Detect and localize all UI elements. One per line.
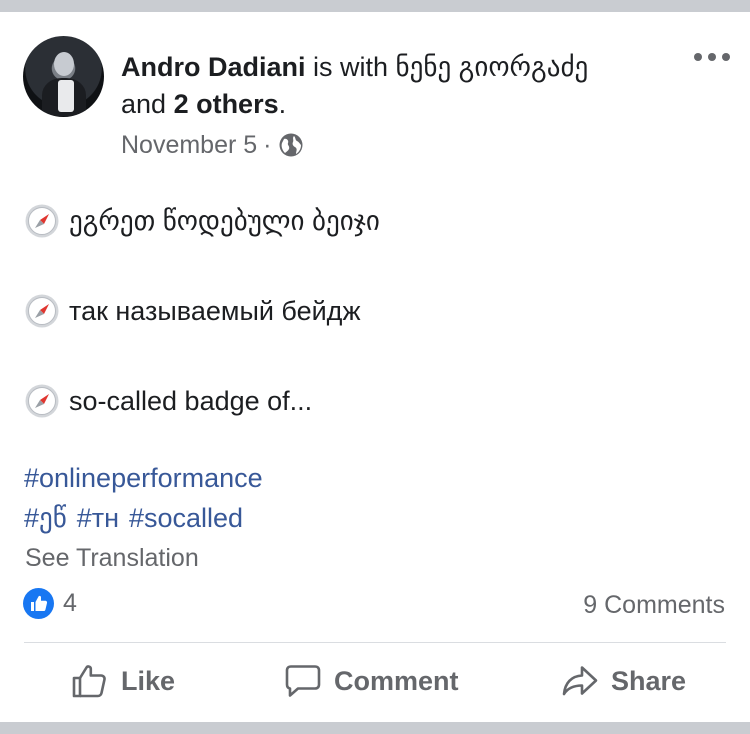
post-text: ეგრეთ წოდებული ბეიჯი <box>69 206 380 236</box>
hashtags-line: #ეწ #тн #socalled <box>24 501 243 535</box>
like-label: Like <box>121 665 176 696</box>
hashtag-link[interactable]: #onlineperformance <box>24 463 263 493</box>
hashtag-link[interactable]: #socalled <box>129 503 243 533</box>
post-text-line: ეგრეთ წოდებული ბეიჯი <box>24 203 380 239</box>
post-text: так называемый бейдж <box>69 296 361 326</box>
avatar[interactable] <box>23 36 104 117</box>
share-label: Share <box>611 665 687 696</box>
and-text: and <box>121 89 174 119</box>
comment-label: Comment <box>334 665 459 696</box>
post-meta: November 5 · <box>121 129 304 161</box>
thumbs-up-icon <box>72 665 106 698</box>
compass-emoji-icon <box>25 294 59 328</box>
comment-button[interactable]: Comment <box>284 663 459 699</box>
like-button[interactable]: Like <box>71 663 175 699</box>
hashtags-line: #onlineperformance <box>24 461 263 495</box>
post-card: Andro Dadiani is with ნენე გიორგაძე and … <box>0 12 750 722</box>
hashtag-link[interactable]: #ეწ <box>24 503 67 533</box>
compass-emoji-icon <box>25 384 59 418</box>
likes-count: 4 <box>63 589 77 617</box>
comment-bubble-icon <box>285 665 321 697</box>
meta-separator: · <box>263 131 272 159</box>
divider <box>24 642 726 643</box>
author-name[interactable]: Andro Dadiani <box>121 52 306 82</box>
hashtag-link[interactable]: #тн <box>77 503 119 533</box>
post-text-line: so-called badge of... <box>24 383 312 419</box>
feed-separator-bottom <box>0 722 750 734</box>
post-text: so-called badge of... <box>69 386 313 416</box>
period: . <box>278 89 287 119</box>
more-options-icon[interactable] <box>693 50 731 64</box>
reactions-summary[interactable]: 4 <box>23 588 77 619</box>
others-link[interactable]: 2 others <box>174 89 279 119</box>
post-header-line2: and 2 others. <box>121 86 286 122</box>
comments-count-link[interactable]: 9 Comments <box>583 590 725 620</box>
see-translation-link[interactable]: See Translation <box>25 542 199 574</box>
share-button[interactable]: Share <box>561 663 686 699</box>
post-header: Andro Dadiani is with ნენე გიორგაძე <box>121 49 588 85</box>
like-reaction-icon <box>23 588 54 619</box>
with-text[interactable]: is with ნენე გიორგაძე <box>306 52 588 82</box>
compass-emoji-icon <box>25 204 59 238</box>
post-text-line: так называемый бейдж <box>24 293 361 329</box>
globe-icon[interactable] <box>278 132 304 158</box>
share-arrow-icon <box>562 666 598 696</box>
post-date[interactable]: November 5 <box>121 129 257 161</box>
feed-separator-top <box>0 0 750 12</box>
